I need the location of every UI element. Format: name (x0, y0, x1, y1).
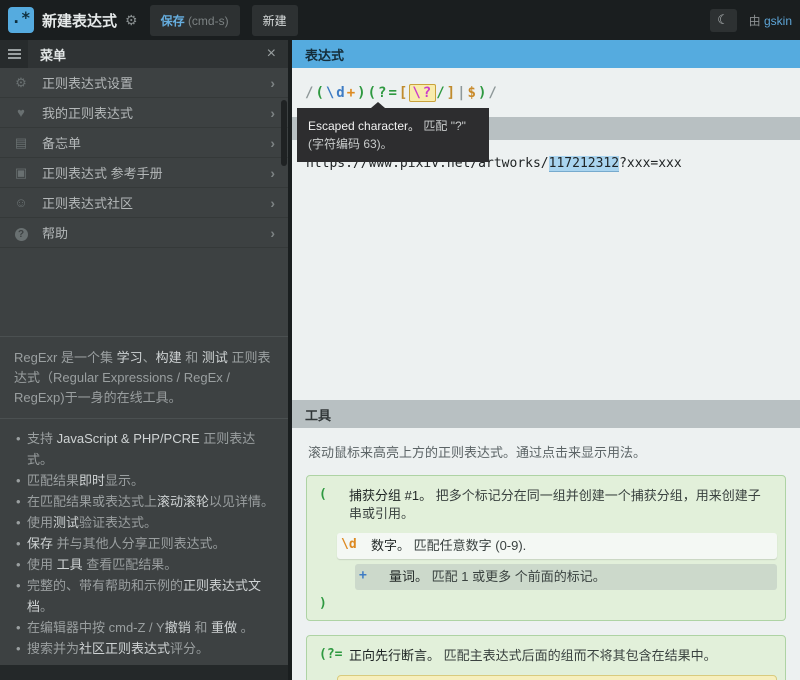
token-tooltip: Escaped character。 匹配 "?" (字符编码 63)。 (297, 108, 489, 162)
hamburger-icon (8, 53, 21, 55)
lookahead-token: (?= (319, 647, 349, 662)
save-button[interactable]: 保存 (cmd-s) (150, 5, 240, 36)
group-close-token: ) (315, 590, 777, 613)
explain-lookahead-row[interactable]: (?= 正向先行断言。 匹配主表达式后面的组而不将其包含在结果中。 (315, 643, 777, 669)
chevron-right-icon: › (270, 195, 275, 211)
sidebar-item-settings[interactable]: ⚙ 正则表达式设置 › (0, 68, 288, 98)
expression-panel-title: 表达式 (305, 45, 344, 64)
menu-toggle[interactable] (0, 40, 28, 68)
sidebar-item-label: 正则表达式设置 (42, 73, 270, 92)
sidebar-item-favorites[interactable]: ♥ 我的正则表达式 › (0, 98, 288, 128)
regexr-logo[interactable]: .* (8, 7, 34, 33)
help-icon: ? (8, 225, 34, 241)
tools-hint: 滚动鼠标来高亮上方的正则表达式。通过点击来显示用法。 (308, 442, 784, 461)
sidebar-item-help[interactable]: ? 帮助 › (0, 218, 288, 248)
main-panel: 表达式 /(\d+)(?=[\?/]|$)/ https://www.pixiv… (288, 40, 800, 680)
intro-paragraph: RegExr 是一个集 学习、构建 和 测试 正则表达式（Regular Exp… (0, 337, 288, 419)
tooltip-text: Escaped character。 匹配 "?" (字符编码 63)。 (308, 119, 466, 151)
list-item: 在匹配结果或表达式上滚动滚轮以见详情。 (16, 491, 278, 512)
tools-body: 滚动鼠标来高亮上方的正则表达式。通过点击来显示用法。 ( 捕获分组 #1。 把多… (292, 428, 800, 680)
close-icon[interactable]: × (267, 45, 288, 63)
gear-icon: ⚙ (8, 75, 34, 91)
byline-prefix: 由 (749, 14, 761, 28)
menu-header: 菜单 × (0, 40, 288, 68)
sidebar-item-label: 帮助 (42, 223, 270, 242)
moon-icon: ☾ (717, 12, 729, 28)
sidebar: 菜单 × ⚙ 正则表达式设置 › ♥ 我的正则表达式 › ▤ 备忘单 › ▣ 正… (0, 40, 288, 680)
heart-icon: ♥ (8, 105, 34, 120)
quantifier-token: + (359, 568, 389, 583)
group-token: ( (319, 487, 349, 502)
chevron-right-icon: › (270, 135, 275, 151)
sidebar-item-reference[interactable]: ▣ 正则表达式 参考手册 › (0, 158, 288, 188)
digit-token: \d (341, 537, 371, 552)
cheatsheet-icon: ▤ (8, 135, 34, 151)
dark-mode-toggle[interactable]: ☾ (710, 9, 737, 32)
save-shortcut-hint: (cmd-s) (188, 14, 229, 28)
explain-group-row[interactable]: ( 捕获分组 #1。 把多个标记分在同一组并创建一个捕获分组，用来创建子串或引用… (315, 483, 777, 527)
lookahead-description: 正向先行断言。 匹配主表达式后面的组而不将其包含在结果中。 (349, 647, 773, 665)
chevron-right-icon: › (270, 165, 275, 181)
list-item: 使用测试验证表达式。 (16, 512, 278, 533)
sidebar-item-label: 我的正则表达式 (42, 103, 270, 122)
tooltip-arrow (371, 102, 385, 108)
menu-title: 菜单 (28, 45, 267, 64)
list-item: 在编辑器中按 cmd-Z / Y撤销 和 重做 。 (16, 617, 278, 638)
quantifier-description: 量词。 匹配 1 或更多 个前面的标记。 (389, 568, 773, 586)
sidebar-item-label: 正则表达式 参考手册 (42, 163, 270, 182)
expression-settings-gear-icon[interactable]: ⚙ (125, 12, 138, 29)
list-item: 搜索并为社区正则表达式评分。 (16, 638, 278, 659)
new-button[interactable]: 新建 (252, 5, 298, 36)
tools-panel-title: 工具 (305, 405, 331, 424)
digit-description: 数字。 匹配任意数字 (0-9). (371, 537, 773, 555)
chevron-right-icon: › (270, 225, 275, 241)
chevron-right-icon: › (270, 75, 275, 91)
list-item: 支持 JavaScript & PHP/PCRE 正则表达式。 (16, 428, 278, 470)
sidebar-scrollbar[interactable] (281, 100, 287, 166)
sidebar-item-community[interactable]: ☺ 正则表达式社区 › (0, 188, 288, 218)
list-item: 匹配结果即时显示。 (16, 470, 278, 491)
byline: 由 gskin (745, 12, 792, 29)
book-icon: ▣ (8, 165, 34, 181)
list-item: 保存 并与其他人分享正则表达式。 (16, 533, 278, 554)
save-label: 保存 (161, 14, 185, 28)
tools-panel-header[interactable]: 工具 (292, 400, 800, 428)
group-description: 捕获分组 #1。 把多个标记分在同一组并创建一个捕获分组，用来创建子串或引用。 (349, 487, 773, 523)
gskinner-link[interactable]: gskin (764, 14, 792, 28)
ad-notice: Want to support RegExr? Consider disabli… (0, 665, 288, 680)
feature-list: 支持 JavaScript & PHP/PCRE 正则表达式。 匹配结果即时显示… (0, 419, 288, 665)
community-icon: ☺ (8, 195, 34, 210)
explain-quantifier-row[interactable]: + 量词。 匹配 1 或更多 个前面的标记。 (355, 564, 777, 590)
list-item: 完整的、带有帮助和示例的正则表达式文档。 (16, 575, 278, 617)
explain-digit-row[interactable]: \d 数字。 匹配任意数字 (0-9). (337, 533, 777, 559)
sidebar-item-label: 正则表达式社区 (42, 193, 270, 212)
explain-charset-box[interactable]: [ 字符集。 匹配集合中的任何字符。 \? Escaped character。… (337, 675, 777, 680)
sidebar-item-label: 备忘单 (42, 133, 270, 152)
logo-glyph: .* (11, 8, 30, 27)
sidebar-description: RegExr 是一个集 学习、构建 和 测试 正则表达式（Regular Exp… (0, 336, 288, 665)
explain-group-box[interactable]: ( 捕获分组 #1。 把多个标记分在同一组并创建一个捕获分组，用来创建子串或引用… (306, 475, 786, 621)
sidebar-item-cheatsheet[interactable]: ▤ 备忘单 › (0, 128, 288, 158)
expression-panel-header[interactable]: 表达式 (292, 40, 800, 68)
list-item: 使用 工具 查看匹配结果。 (16, 554, 278, 575)
test-text-area[interactable]: https://www.pixiv.net/artworks/117212312… (292, 140, 800, 400)
explain-lookahead-box[interactable]: (?= 正向先行断言。 匹配主表达式后面的组而不将其包含在结果中。 [ 字符集。… (306, 635, 786, 680)
chevron-right-icon: › (270, 105, 275, 121)
app-body: 菜单 × ⚙ 正则表达式设置 › ♥ 我的正则表达式 › ▤ 备忘单 › ▣ 正… (0, 40, 800, 680)
regex-pattern: /(\d+)(?=[\?/]|$)/ (305, 85, 499, 101)
page-title: 新建表达式 (42, 10, 117, 31)
topbar: .* 新建表达式 ⚙ 保存 (cmd-s) 新建 ☾ 由 gskin (0, 0, 800, 40)
